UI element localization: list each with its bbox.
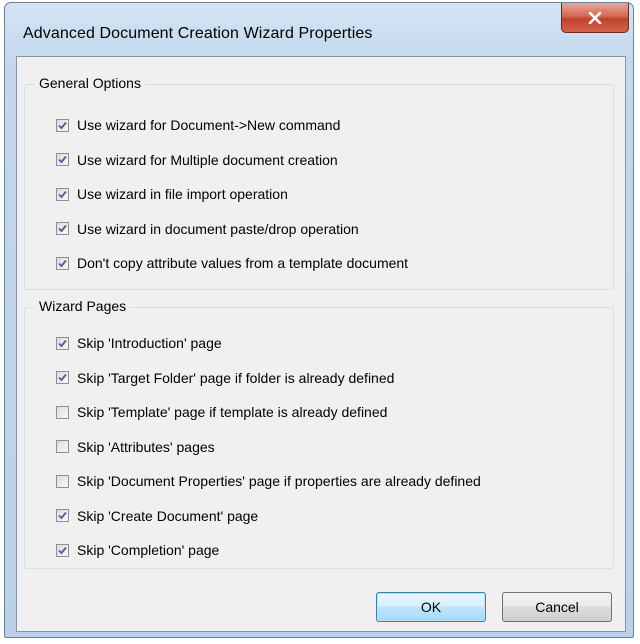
checkbox-checked-icon[interactable] (56, 509, 69, 522)
wizard-page-checkbox-skip-target-folder-page-if-folder-is-alr[interactable]: Skip 'Target Folder' page if folder is a… (56, 368, 394, 388)
checkbox-label: Skip 'Introduction' page (77, 335, 222, 351)
checkbox-checked-icon[interactable] (56, 118, 69, 132)
checkbox-unchecked-icon[interactable] (56, 405, 69, 419)
general-option-checkbox-use-wizard-in-file-import-operation[interactable]: Use wizard in file import operation (56, 184, 288, 204)
checkbox-unchecked-icon[interactable] (56, 440, 69, 453)
wizard-page-checkbox-skip-introduction-page[interactable]: Skip 'Introduction' page (56, 333, 222, 353)
checkbox-checked-icon[interactable] (56, 371, 69, 384)
checkbox-label: Skip 'Completion' page (77, 542, 220, 558)
checkbox-checked-icon[interactable] (56, 222, 69, 235)
checkbox-label: Don't copy attribute values from a templ… (77, 255, 409, 271)
checkbox-checked-icon[interactable] (56, 256, 69, 270)
general-options-label: General Options (35, 75, 145, 91)
close-button[interactable] (561, 3, 629, 33)
window-title: Advanced Document Creation Wizard Proper… (23, 25, 373, 42)
checkbox-label: Skip 'Template' page if template is alre… (77, 404, 388, 420)
checkbox-label: Skip 'Attributes' pages (77, 438, 215, 455)
title-bar[interactable]: Advanced Document Creation Wizard Proper… (5, 3, 633, 57)
checkbox-label: Use wizard in file import operation (77, 186, 288, 202)
checkbox-checked-icon[interactable] (56, 336, 69, 350)
checkbox-unchecked-icon[interactable] (56, 474, 69, 488)
wizard-page-checkbox-skip-document-properties-page-if-propert[interactable]: Skip 'Document Properties' page if prope… (56, 471, 481, 491)
checkbox-label: Use wizard in document paste/drop operat… (77, 220, 359, 237)
general-option-checkbox-use-wizard-for-multiple-document-creatio[interactable]: Use wizard for Multiple document creatio… (56, 150, 338, 170)
checkbox-label: Skip 'Document Properties' page if prope… (77, 473, 481, 489)
wizard-page-checkbox-skip-attributes-pages[interactable]: Skip 'Attributes' pages (56, 437, 215, 457)
ok-button[interactable]: OK (376, 592, 486, 622)
checkbox-label: Skip 'Create Document' page (77, 507, 259, 524)
checkbox-checked-icon[interactable] (56, 187, 69, 201)
wizard-page-checkbox-skip-completion-page[interactable]: Skip 'Completion' page (56, 540, 219, 560)
general-option-checkbox-use-wizard-for-document-new-command[interactable]: Use wizard for Document->New command (56, 115, 340, 135)
wizard-page-checkbox-skip-create-document-page[interactable]: Skip 'Create Document' page (56, 506, 258, 526)
general-option-checkbox-don-t-copy-attribute-values-from-a-templ[interactable]: Don't copy attribute values from a templ… (56, 253, 408, 273)
general-option-checkbox-use-wizard-in-document-paste-drop-operat[interactable]: Use wizard in document paste/drop operat… (56, 219, 359, 239)
wizard-page-checkbox-skip-template-page-if-template-is-alread[interactable]: Skip 'Template' page if template is alre… (56, 402, 387, 422)
checkbox-label: Use wizard for Multiple document creatio… (77, 151, 338, 168)
checkbox-label: Use wizard for Document->New command (77, 117, 341, 133)
checkbox-checked-icon[interactable] (56, 543, 69, 557)
checkbox-label: Skip 'Target Folder' page if folder is a… (77, 369, 395, 386)
wizard-pages-label: Wizard Pages (35, 298, 131, 314)
cancel-button[interactable]: Cancel (502, 592, 612, 622)
checkbox-checked-icon[interactable] (56, 153, 69, 166)
close-x-icon (588, 11, 602, 24)
